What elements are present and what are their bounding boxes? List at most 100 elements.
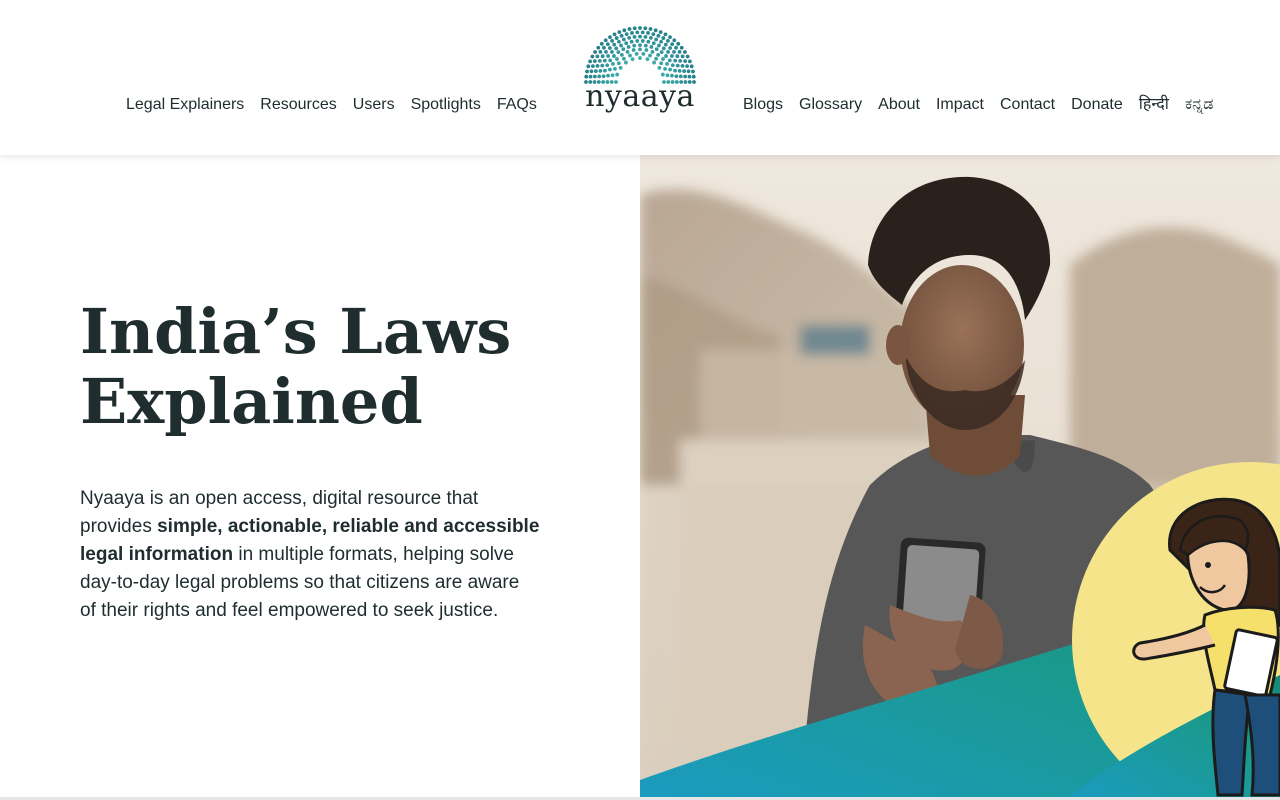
nav-resources[interactable]: Resources (260, 95, 336, 115)
logo-dot (627, 35, 632, 40)
logo-dot (659, 50, 664, 55)
logo-dot (683, 59, 688, 64)
logo-dot (625, 50, 630, 54)
hero-title-line-2: Explained (80, 365, 423, 438)
logo-dot (600, 63, 605, 68)
logo-dot (608, 35, 612, 39)
nav-blogs[interactable]: Blogs (743, 95, 783, 115)
logo-dot (630, 57, 635, 62)
logo-dot (660, 72, 665, 77)
logo-dot (634, 52, 639, 56)
nav-contact[interactable]: Contact (1000, 95, 1055, 115)
logo-dot (599, 41, 604, 46)
logo-dot (590, 64, 595, 69)
logo-dot (592, 59, 597, 64)
lang-hindi[interactable]: हिन्दी (1139, 95, 1169, 115)
logo-dot (646, 39, 651, 44)
logo-dot (687, 74, 692, 79)
logo-dot (612, 54, 616, 58)
nav-glossary[interactable]: Glossary (799, 95, 862, 115)
logo-dot (677, 50, 682, 54)
logo-dot (612, 32, 617, 37)
logo-dot (653, 28, 658, 33)
logo-dot (645, 57, 650, 62)
nav-users[interactable]: Users (353, 95, 395, 115)
logo-dot (638, 26, 642, 30)
logo-dot (670, 63, 675, 68)
logo-dot (689, 64, 694, 69)
logo-dot (596, 45, 601, 50)
logo-dot (674, 74, 679, 79)
logo-dot (610, 73, 615, 78)
hero-title: India’s Laws Explained (80, 297, 600, 437)
logo-dot (678, 58, 683, 63)
logo-dot (615, 57, 619, 61)
logo-dot (661, 57, 665, 61)
nav-about[interactable]: About (878, 95, 920, 115)
logo-dot (635, 30, 640, 35)
logo-dot (663, 66, 667, 71)
logo-dot (638, 43, 642, 48)
nyaaya-logo[interactable]: nyaaya (584, 26, 696, 122)
logo-dot (678, 74, 683, 79)
logo-dot (597, 74, 602, 79)
logo-dot (617, 30, 622, 35)
logo-dot (665, 62, 669, 66)
logo-dot (638, 56, 642, 60)
logo-dot (656, 33, 661, 38)
logo-dot (590, 54, 595, 59)
logo-dot (630, 31, 634, 35)
logo-dot (632, 43, 637, 48)
logo-dot (601, 74, 606, 79)
logo-dot (648, 35, 653, 40)
logo-dot (658, 30, 663, 35)
logo-dot (648, 27, 653, 31)
logo-dot (649, 45, 654, 49)
hero-description: Nyaaya is an open access, digital resour… (80, 485, 540, 625)
logo-dot (682, 69, 687, 74)
logo-dot (593, 69, 598, 74)
logo-dot (643, 35, 648, 39)
logo-arc-icon (584, 26, 696, 84)
nav-faqs[interactable]: FAQs (497, 95, 537, 115)
nav-spotlights[interactable]: Spotlights (411, 95, 481, 115)
logo-dot (623, 60, 628, 65)
logo-wordmark: nyaaya (585, 79, 695, 114)
logo-dot (612, 42, 617, 47)
logo-dot (675, 63, 680, 68)
logo-dot (595, 63, 600, 68)
logo-dot (593, 74, 597, 79)
hero-image (640, 155, 1280, 800)
logo-dot (624, 41, 629, 46)
logo-dot (616, 50, 621, 55)
logo-dot (638, 47, 642, 52)
logo-dot (610, 38, 614, 43)
logo-dot (659, 61, 664, 66)
logo-dot (673, 68, 677, 73)
logo-dot (621, 47, 626, 52)
logo-dot (626, 45, 631, 49)
logo-dot (648, 53, 652, 58)
logo-dot (586, 64, 591, 69)
logo-dot (641, 52, 646, 56)
logo-dot (614, 46, 619, 51)
logo-dot (668, 46, 673, 50)
logo-dot (679, 45, 684, 50)
logo-dot (629, 39, 634, 44)
logo-dot (657, 65, 662, 70)
logo-dot (606, 54, 610, 58)
logo-dot (687, 59, 692, 64)
logo-dot (661, 46, 666, 51)
logo-dot (657, 43, 661, 48)
nav-impact[interactable]: Impact (936, 95, 984, 115)
nav-legal-explainers[interactable]: Legal Explainers (126, 95, 244, 115)
logo-dot (674, 45, 678, 50)
logo-dot (685, 54, 690, 59)
nav-donate[interactable]: Donate (1071, 95, 1123, 115)
lang-kannada[interactable]: ಕನ್ನಡ (1185, 95, 1213, 115)
logo-dot (608, 58, 613, 63)
logo-dot (650, 50, 655, 54)
logo-dot (666, 38, 670, 43)
logo-dot (673, 58, 678, 63)
logo-dot (605, 42, 610, 47)
